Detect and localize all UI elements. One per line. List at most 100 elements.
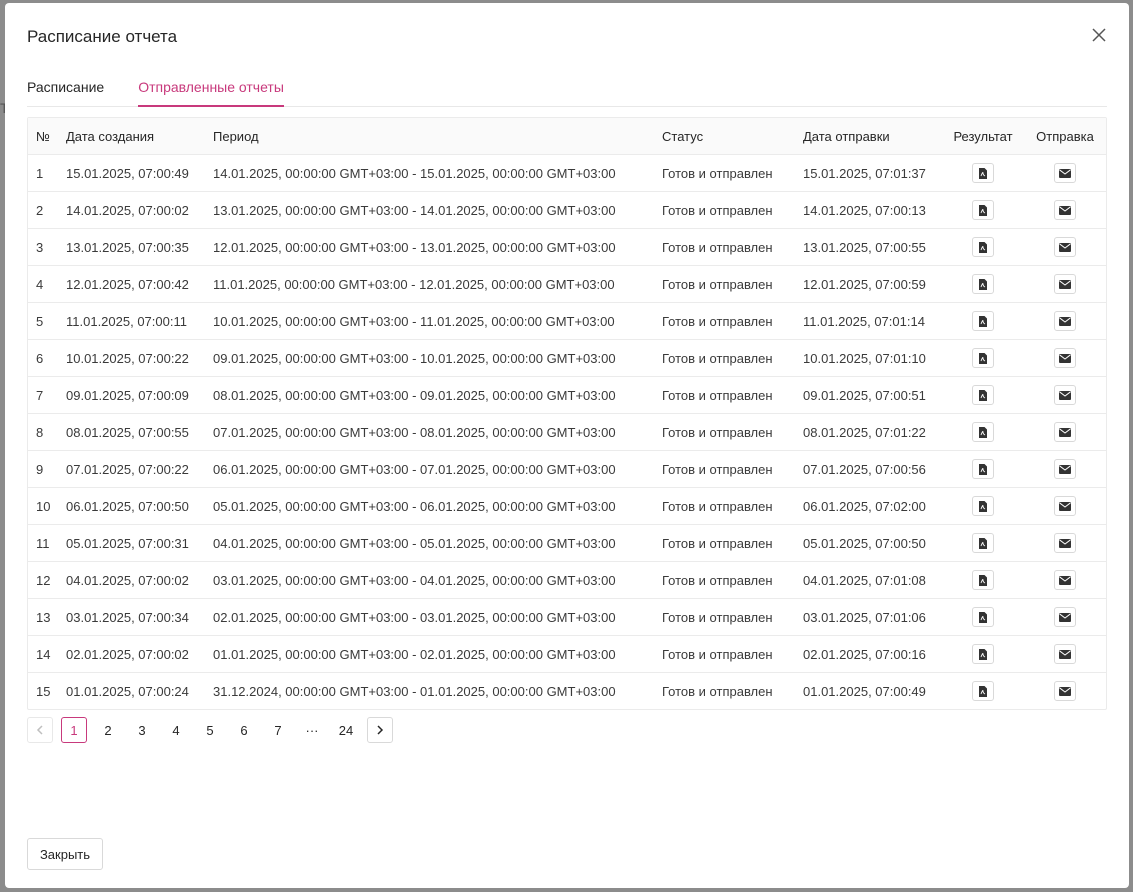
prev-page-button[interactable] — [27, 717, 53, 743]
download-pdf-button[interactable] — [972, 681, 994, 701]
row-send-cell — [1024, 191, 1106, 229]
col-header-period: Период — [205, 118, 654, 155]
download-pdf-button[interactable] — [972, 200, 994, 220]
resend-email-button[interactable] — [1054, 200, 1076, 220]
row-send-cell — [1024, 154, 1106, 192]
envelope-icon — [1059, 612, 1071, 622]
resend-email-button[interactable] — [1054, 533, 1076, 553]
row-send-cell — [1024, 376, 1106, 414]
row-number: 15 — [36, 683, 51, 699]
resend-email-button[interactable] — [1054, 607, 1076, 627]
resend-email-button[interactable] — [1054, 681, 1076, 701]
envelope-icon — [1059, 242, 1071, 252]
report-schedule-modal: Расписание отчета Расписание Отправленны… — [5, 3, 1129, 888]
page-6[interactable]: 6 — [231, 717, 257, 743]
row-period: 10.01.2025, 00:00:00 GMT+03:00 - 11.01.2… — [205, 302, 654, 340]
envelope-icon — [1059, 649, 1071, 659]
download-pdf-button[interactable] — [972, 348, 994, 368]
resend-email-button[interactable] — [1054, 422, 1076, 442]
resend-email-button[interactable] — [1054, 237, 1076, 257]
table-row: 8 08.01.2025, 07:00:55 07.01.2025, 00:00:0… — [28, 413, 1106, 451]
table-row: 12 04.01.2025, 07:00:02 03.01.2025, 00:00:… — [28, 561, 1106, 599]
download-pdf-button[interactable] — [972, 496, 994, 516]
col-header-result: Результат — [942, 118, 1024, 155]
resend-email-button[interactable] — [1054, 644, 1076, 664]
page-24[interactable]: 24 — [333, 717, 359, 743]
resend-email-button[interactable] — [1054, 385, 1076, 405]
page-4[interactable]: 4 — [163, 717, 189, 743]
row-created-date: 03.01.2025, 07:00:34 — [58, 598, 205, 636]
resend-email-button[interactable] — [1054, 496, 1076, 516]
row-period: 31.12.2024, 00:00:00 GMT+03:00 - 01.01.2… — [213, 683, 616, 699]
envelope-icon — [1059, 575, 1071, 585]
row-number: 14 — [28, 635, 58, 673]
tab-sent-reports[interactable]: Отправленные отчеты — [138, 73, 284, 107]
row-send-cell — [1024, 487, 1106, 525]
page-7[interactable]: 7 — [265, 717, 291, 743]
row-number: 10 — [28, 487, 58, 525]
row-created-date: 01.01.2025, 07:00:24 — [66, 683, 189, 699]
download-pdf-button[interactable] — [972, 644, 994, 664]
page-1[interactable]: 1 — [61, 717, 87, 743]
envelope-icon — [1059, 279, 1071, 289]
download-pdf-button[interactable] — [972, 311, 994, 331]
row-sent-date: 10.01.2025, 07:01:10 — [795, 339, 942, 377]
row-period: 01.01.2025, 00:00:00 GMT+03:00 - 02.01.2… — [205, 635, 654, 673]
pdf-file-icon — [979, 315, 987, 327]
resend-email-button[interactable] — [1054, 274, 1076, 294]
download-pdf-button[interactable] — [972, 385, 994, 405]
row-result-cell — [942, 302, 1024, 340]
envelope-icon — [1059, 427, 1071, 437]
row-period: 05.01.2025, 00:00:00 GMT+03:00 - 06.01.2… — [205, 487, 654, 525]
table-row: 9 07.01.2025, 07:00:22 06.01.2025, 00:00:0… — [28, 450, 1106, 488]
row-send-cell — [1024, 673, 1106, 710]
row-number: 1 — [28, 154, 58, 192]
resend-email-button[interactable] — [1054, 570, 1076, 590]
row-sent-date: 14.01.2025, 07:00:13 — [795, 191, 942, 229]
next-page-button[interactable] — [367, 717, 393, 743]
download-pdf-button[interactable] — [972, 163, 994, 183]
page-ellipsis[interactable]: ··· — [299, 717, 325, 743]
row-period: 12.01.2025, 00:00:00 GMT+03:00 - 13.01.2… — [205, 228, 654, 266]
download-pdf-button[interactable] — [972, 607, 994, 627]
envelope-icon — [1059, 168, 1071, 178]
col-header-created: Дата создания — [58, 118, 205, 155]
envelope-icon — [1059, 501, 1071, 511]
row-number: 11 — [28, 524, 58, 562]
row-send-cell — [1024, 561, 1106, 599]
table-row: 6 10.01.2025, 07:00:22 09.01.2025, 00:00:0… — [28, 339, 1106, 377]
table-row: 11 05.01.2025, 07:00:31 04.01.2025, 00:00:… — [28, 524, 1106, 562]
envelope-icon — [1059, 538, 1071, 548]
page-5[interactable]: 5 — [197, 717, 223, 743]
row-status: Готов и отправлен — [654, 598, 795, 636]
close-button[interactable] — [1087, 23, 1111, 47]
row-period: 03.01.2025, 00:00:00 GMT+03:00 - 04.01.2… — [205, 561, 654, 599]
row-send-cell — [1024, 228, 1106, 266]
pagination: 1 2 3 4 5 6 7 ··· 24 — [27, 717, 401, 743]
download-pdf-button[interactable] — [972, 533, 994, 553]
row-period: 06.01.2025, 00:00:00 GMT+03:00 - 07.01.2… — [205, 450, 654, 488]
row-number: 13 — [28, 598, 58, 636]
table-row: 7 09.01.2025, 07:00:09 08.01.2025, 00:00:0… — [28, 376, 1106, 414]
row-number: 2 — [28, 191, 58, 229]
resend-email-button[interactable] — [1054, 311, 1076, 331]
download-pdf-button[interactable] — [972, 274, 994, 294]
resend-email-button[interactable] — [1054, 348, 1076, 368]
row-status: Готов и отправлен — [662, 683, 773, 699]
row-status: Готов и отправлен — [654, 376, 795, 414]
close-modal-button[interactable]: Закрыть — [27, 838, 103, 870]
tab-schedule[interactable]: Расписание — [27, 73, 104, 105]
table-row: 14 02.01.2025, 07:00:02 01.01.2025, 00:00:… — [28, 635, 1106, 673]
download-pdf-button[interactable] — [972, 459, 994, 479]
resend-email-button[interactable] — [1054, 459, 1076, 479]
page-2[interactable]: 2 — [95, 717, 121, 743]
row-created-date: 12.01.2025, 07:00:42 — [58, 265, 205, 303]
page-3[interactable]: 3 — [129, 717, 155, 743]
row-status: Готов и отправлен — [654, 228, 795, 266]
col-header-status: Статус — [654, 118, 795, 155]
row-number: 5 — [28, 302, 58, 340]
download-pdf-button[interactable] — [972, 570, 994, 590]
download-pdf-button[interactable] — [972, 422, 994, 442]
resend-email-button[interactable] — [1054, 163, 1076, 183]
download-pdf-button[interactable] — [972, 237, 994, 257]
